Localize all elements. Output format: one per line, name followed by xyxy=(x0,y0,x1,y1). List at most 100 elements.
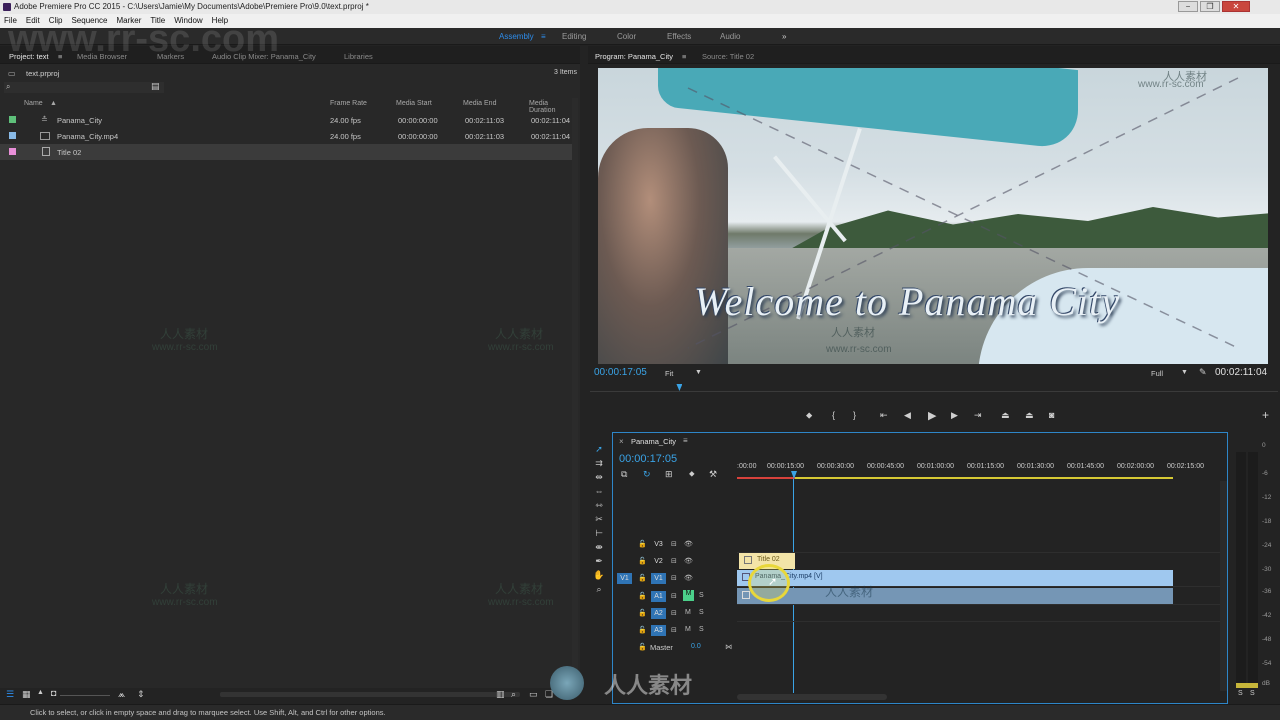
program-video-frame[interactable]: Welcome to Panama City 人人素材 www.rr-sc.co… xyxy=(598,68,1268,364)
tab-program[interactable]: Program: Panama_City xyxy=(595,52,673,61)
mute-button[interactable]: M xyxy=(685,609,691,616)
workspace-audio[interactable]: Audio xyxy=(720,32,740,41)
track-label-a1[interactable]: A1 xyxy=(651,591,666,602)
track-label-v1[interactable]: V1 xyxy=(651,573,666,584)
linked-selection-icon[interactable]: ⊞ xyxy=(665,469,673,480)
lock-icon[interactable]: 🔓 xyxy=(638,574,647,582)
master-volume[interactable]: 0.0 xyxy=(691,643,701,650)
workspace-assembly[interactable]: Assembly xyxy=(499,32,534,41)
sync-lock-icon[interactable]: ⊟ xyxy=(671,609,677,617)
track-label-a3[interactable]: A3 xyxy=(651,625,666,636)
pen-tool-icon[interactable]: ✒ xyxy=(593,556,605,566)
button-editor-icon[interactable]: + xyxy=(1262,408,1269,422)
close-button[interactable]: ✕ xyxy=(1222,1,1250,12)
lock-icon[interactable]: 🔓 xyxy=(638,643,647,651)
go-to-out-icon[interactable]: ⇥ xyxy=(974,410,982,421)
solo-button[interactable]: S xyxy=(699,626,704,633)
workspace-color[interactable]: Color xyxy=(617,32,636,41)
lock-icon[interactable]: 🔓 xyxy=(638,557,647,565)
timeline-timecode[interactable]: 00:00:17:05 xyxy=(619,453,677,465)
close-sequence-icon[interactable]: × xyxy=(619,437,624,446)
add-marker-icon[interactable]: ⬥ xyxy=(806,410,812,421)
col-media-start[interactable]: Media Start xyxy=(396,100,432,107)
wrench-icon[interactable]: ✎ xyxy=(1199,367,1207,378)
maximize-button[interactable]: ❐ xyxy=(1200,1,1220,12)
ripple-edit-tool-icon[interactable]: ⇹ xyxy=(593,472,605,482)
timeline-ruler[interactable]: :00:00 00:00:15:00 00:00:30:00 00:00:45:… xyxy=(737,459,1221,481)
lock-icon[interactable]: 🔓 xyxy=(638,540,647,548)
new-bin-button-icon[interactable]: ▭ xyxy=(529,689,538,700)
extract-icon[interactable]: ⏏ xyxy=(1025,410,1034,421)
fit-select[interactable]: Fit xyxy=(665,369,673,378)
snap-icon[interactable]: ↻ xyxy=(643,469,651,480)
workspace-effects[interactable]: Effects xyxy=(667,32,691,41)
quality-select[interactable]: Full xyxy=(1151,369,1163,378)
fit-dropdown-icon[interactable]: ▼ xyxy=(695,369,702,376)
solo-button[interactable]: S xyxy=(699,609,704,616)
go-to-in-icon[interactable]: ⇤ xyxy=(880,410,888,421)
mute-button-on[interactable]: M xyxy=(683,590,694,601)
track-label-v2[interactable]: V2 xyxy=(651,556,666,567)
eye-icon[interactable]: 👁 xyxy=(684,574,693,582)
list-view-icon[interactable]: ☰ xyxy=(6,689,14,700)
workspace-menu-icon[interactable]: ≡ xyxy=(541,32,546,41)
program-time-ruler[interactable] xyxy=(590,386,1278,392)
sequence-tab[interactable]: Panama_City xyxy=(631,437,676,446)
add-marker-timeline-icon[interactable]: ⬥ xyxy=(689,469,695,479)
rolling-edit-tool-icon[interactable]: ⇔ xyxy=(593,486,605,496)
step-forward-icon[interactable]: ▶ xyxy=(951,410,958,421)
sync-lock-icon[interactable]: ⊟ xyxy=(671,540,677,548)
zoom-tool-icon[interactable]: ⌕ xyxy=(593,584,605,594)
lift-icon[interactable]: ⏏ xyxy=(1001,410,1010,421)
timeline-clip-audio[interactable] xyxy=(737,588,1173,604)
lock-icon[interactable]: 🔓 xyxy=(638,626,647,634)
workspace-overflow-icon[interactable]: » xyxy=(782,32,786,41)
hand-tool-icon[interactable]: ✋ xyxy=(593,570,605,580)
search-input[interactable]: ⌕ xyxy=(4,82,164,93)
sync-lock-icon[interactable]: ⊟ xyxy=(671,592,677,600)
project-item-title[interactable]: Title 02 xyxy=(0,144,572,160)
project-item-sequence[interactable]: ≛ Panama_City 24.00 fps 00:00:00:00 00:0… xyxy=(0,112,572,128)
automate-to-sequence-icon[interactable]: ▥ xyxy=(496,689,505,700)
solo-left-button[interactable]: S xyxy=(1238,690,1243,697)
icon-view-icon[interactable]: ▦ xyxy=(22,689,31,700)
slide-tool-icon[interactable]: ⇼ xyxy=(593,542,605,552)
selection-tool-icon[interactable]: ➚ xyxy=(593,444,605,454)
col-name[interactable]: Name xyxy=(24,100,43,107)
new-bin-icon[interactable]: ▤ xyxy=(151,81,160,92)
sync-lock-icon[interactable]: ⊟ xyxy=(671,574,677,582)
col-frame-rate[interactable]: Frame Rate xyxy=(330,100,367,107)
timeline-h-scrollbar[interactable] xyxy=(737,694,887,700)
zoom-slider-track[interactable] xyxy=(60,695,110,696)
sync-lock-icon[interactable]: ⊟ xyxy=(671,626,677,634)
project-h-scrollbar[interactable] xyxy=(220,692,520,697)
lock-icon[interactable]: 🔓 xyxy=(638,592,647,600)
sync-lock-icon[interactable]: ⊟ xyxy=(671,557,677,565)
program-tab-menu-icon[interactable]: ≡ xyxy=(682,52,686,61)
track-label-v3[interactable]: V3 xyxy=(651,539,666,550)
zoom-slider-thumb[interactable]: ◘ xyxy=(51,688,56,698)
play-icon[interactable]: ▶ xyxy=(928,409,936,422)
sort-icons-icon[interactable]: ⩕ xyxy=(118,689,125,700)
col-media-end[interactable]: Media End xyxy=(463,100,496,107)
step-back-icon[interactable]: ◀ xyxy=(904,410,911,421)
mute-button[interactable]: M xyxy=(685,626,691,633)
track-label-a2[interactable]: A2 xyxy=(651,608,666,619)
eye-icon[interactable]: 👁 xyxy=(684,557,693,565)
find-icon[interactable]: ⌕ xyxy=(511,689,516,700)
timeline-clip-video[interactable]: Panama_City.mp4 [V] xyxy=(737,570,1173,586)
mark-out-icon[interactable]: } xyxy=(853,410,856,420)
timeline-v-scrollbar[interactable] xyxy=(1220,481,1227,691)
insert-nest-icon[interactable]: ⧉ xyxy=(621,469,627,480)
timeline-settings-icon[interactable]: ⚒ xyxy=(709,469,717,480)
solo-button[interactable]: S xyxy=(699,592,704,599)
rate-stretch-tool-icon[interactable]: ⇿ xyxy=(593,500,605,510)
quality-dropdown-icon[interactable]: ▼ xyxy=(1181,369,1188,376)
tab-source[interactable]: Source: Title 02 xyxy=(702,52,754,61)
project-item-video[interactable]: Panama_City.mp4 24.00 fps 00:00:00:00 00… xyxy=(0,128,572,144)
minimize-button[interactable]: − xyxy=(1178,1,1198,12)
sequence-tab-menu-icon[interactable]: ≡ xyxy=(683,436,688,445)
workspace-editing[interactable]: Editing xyxy=(562,32,586,41)
track-select-tool-icon[interactable]: ⇉ xyxy=(593,458,605,468)
project-scrollbar[interactable] xyxy=(572,98,578,688)
